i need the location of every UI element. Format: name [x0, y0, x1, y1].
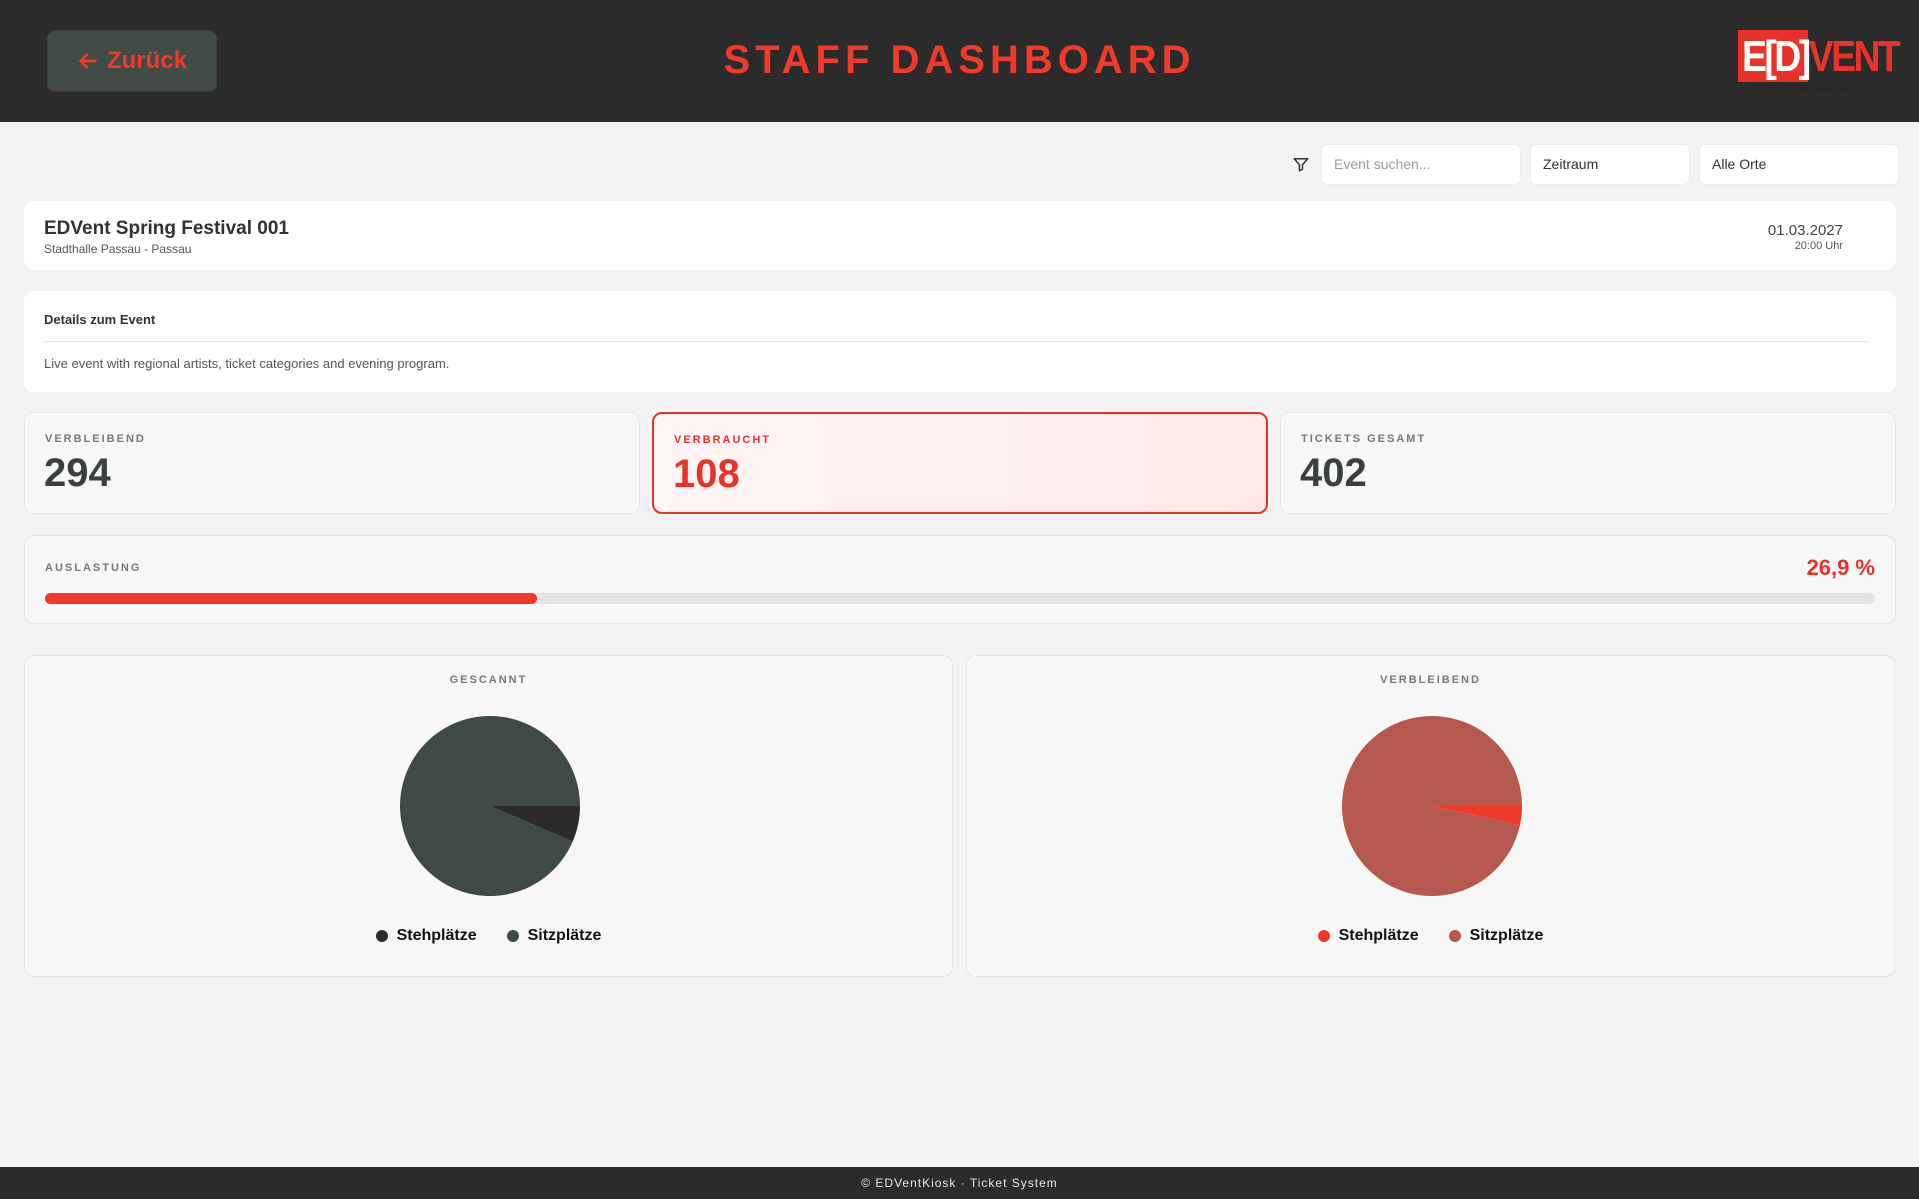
event-date: 01.03.2027: [1767, 222, 1843, 239]
logo-text: E[D]VENT: [1742, 32, 1901, 81]
event-time: 20:00 Uhr: [1794, 240, 1843, 252]
legend-label: Sitzplätze: [1469, 927, 1544, 944]
utilization-fill: [45, 593, 538, 604]
utilization-track: [45, 593, 1875, 604]
legend-item: Stehplätze: [1317, 927, 1419, 945]
logo: E[D]VENT EVENT ORGANIZER: [1738, 30, 1901, 96]
details-text: Live event with regional artists, ticket…: [44, 356, 450, 371]
pie-slice-sitzpl-tze: [1342, 716, 1522, 896]
stat-card-tickets-gesamt: TICKETS GESAMT 402: [1280, 412, 1896, 514]
stat-label: VERBLEIBEND: [45, 433, 146, 445]
details-title: Details zum Event: [44, 312, 156, 327]
pie-chart-gescannt: [400, 716, 580, 896]
footer: © EDVentKiosk · Ticket System: [0, 1167, 1919, 1199]
pie-card-gescannt: GESCANNT Stehplätze Sitzplätze: [24, 655, 953, 977]
legend-dot: [1448, 930, 1461, 942]
legend: Stehplätze Sitzplätze: [967, 927, 1894, 945]
stat-value: 108: [673, 452, 740, 496]
stat-label: TICKETS GESAMT: [1301, 433, 1427, 445]
top-bar: Zurück STAFF DASHBOARD E[D]VENT EVENT OR…: [0, 0, 1919, 122]
legend-dot: [1317, 930, 1330, 942]
utilization-value: 26,9 %: [1806, 555, 1876, 580]
details-divider: [44, 341, 1868, 342]
pie-chart-verbleibend: [1342, 716, 1522, 896]
orte-value: Alle Orte: [1712, 156, 1767, 172]
filter-icon[interactable]: [1290, 153, 1312, 175]
pie-title: VERBLEIBEND: [1380, 674, 1481, 686]
stat-value: 402: [1300, 451, 1367, 495]
event-name: EDVent Spring Festival 001: [44, 218, 289, 239]
event-search-input[interactable]: [1321, 143, 1521, 185]
stat-label: VERBRAUCHT: [674, 434, 771, 446]
legend-item: Sitzplätze: [1448, 927, 1544, 945]
utilization-card: AUSLASTUNG 26,9 %: [24, 535, 1896, 624]
page-title: STAFF DASHBOARD: [723, 38, 1196, 82]
pie-title: GESCANNT: [449, 674, 528, 686]
utilization-label: AUSLASTUNG: [45, 562, 142, 574]
stat-card-verbraucht: VERBRAUCHT 108: [652, 412, 1268, 514]
stat-value: 294: [44, 451, 111, 495]
stat-card-verbleibend: VERBLEIBEND 294: [24, 412, 640, 514]
logo-subtitle: EVENT ORGANIZER: [1758, 87, 1861, 93]
legend-label: Stehplätze: [396, 927, 477, 944]
legend-label: Sitzplätze: [527, 927, 602, 944]
event-location: Stadthalle Passau - Passau: [44, 242, 192, 256]
legend-label: Stehplätze: [1338, 927, 1419, 944]
zeitraum-select[interactable]: Zeitraum: [1530, 143, 1690, 185]
pie-card-verbleibend: VERBLEIBEND Stehplätze Sitzplätze: [966, 655, 1895, 977]
legend-item: Stehplätze: [375, 927, 477, 945]
zeitraum-value: Zeitraum: [1543, 156, 1599, 172]
filter-bar: Zeitraum Alle Orte: [1290, 143, 1899, 185]
legend-dot: [506, 930, 519, 942]
legend: Stehplätze Sitzplätze: [25, 927, 952, 945]
pie-slice-sitzpl-tze: [400, 716, 580, 896]
event-details-card: Details zum Event Live event with region…: [24, 291, 1896, 392]
legend-item: Sitzplätze: [506, 927, 602, 945]
event-card[interactable]: EDVent Spring Festival 001 Stadthalle Pa…: [24, 201, 1896, 270]
orte-select[interactable]: Alle Orte: [1699, 143, 1899, 185]
footer-text: © EDVentKiosk · Ticket System: [861, 1176, 1058, 1190]
legend-dot: [375, 930, 388, 942]
